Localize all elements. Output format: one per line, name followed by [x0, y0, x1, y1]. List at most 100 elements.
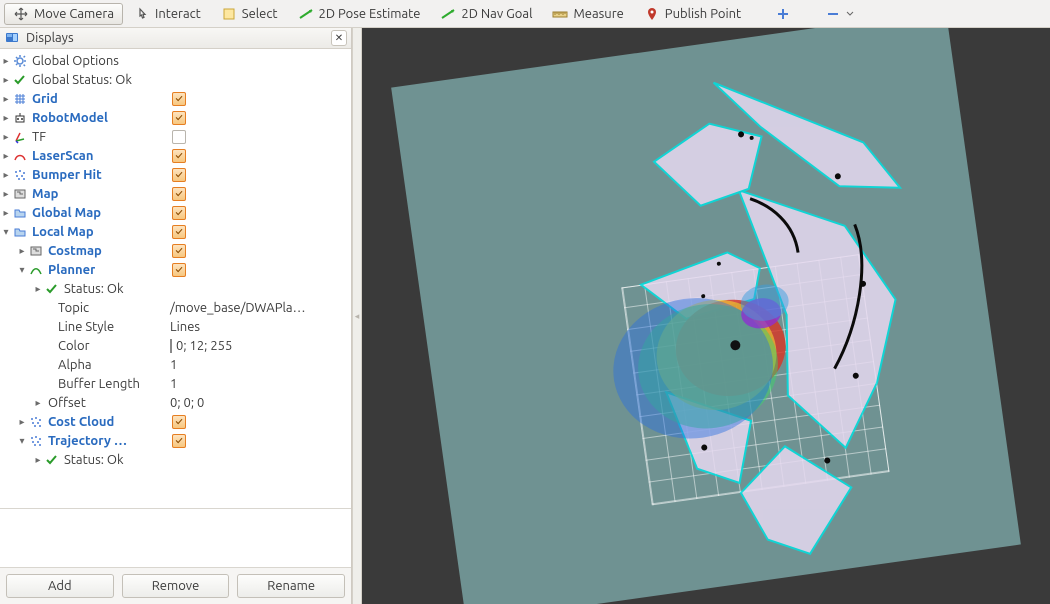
expander-icon[interactable]: ▸: [0, 93, 12, 105]
expander-icon[interactable]: ▸: [0, 112, 12, 124]
prop-buffer-length[interactable]: Buffer Length 1: [0, 374, 351, 393]
visibility-checkbox[interactable]: [172, 206, 186, 220]
select-icon: [221, 6, 237, 22]
check-icon: [44, 281, 60, 297]
tree-item-global-map[interactable]: ▸ Global Map: [0, 203, 101, 222]
tree-item-laserscan[interactable]: ▸ LaserScan: [0, 146, 93, 165]
visibility-checkbox[interactable]: [172, 168, 186, 182]
publish-point-button[interactable]: Publish Point: [635, 3, 750, 25]
prop-offset[interactable]: ▸ Offset 0; 0; 0: [0, 393, 351, 412]
tree-item-grid[interactable]: ▸ Grid: [0, 89, 58, 108]
pose-estimate-label: 2D Pose Estimate: [319, 7, 421, 21]
expander-icon[interactable]: ▸: [0, 188, 12, 200]
prop-value[interactable]: Lines: [168, 320, 351, 334]
tree-item-robotmodel[interactable]: ▸ RobotModel: [0, 108, 108, 127]
visibility-checkbox[interactable]: [172, 187, 186, 201]
panel-button-row: Add Remove Rename: [0, 568, 351, 604]
expander-icon[interactable]: ▾: [16, 264, 28, 276]
prop-value[interactable]: /move_base/DWAPla…: [168, 301, 351, 315]
tree-item-label: LaserScan: [28, 149, 93, 163]
prop-line-style[interactable]: Line Style Lines: [0, 317, 351, 336]
plus-icon: [775, 6, 791, 22]
prop-alpha[interactable]: Alpha 1: [0, 355, 351, 374]
prop-topic[interactable]: Topic /move_base/DWAPla…: [0, 298, 351, 317]
expander-icon[interactable]: ▸: [0, 207, 12, 219]
tree-item-trajectory[interactable]: ▾ Trajectory …: [0, 431, 127, 450]
minus-icon: [825, 6, 841, 22]
expander-icon[interactable]: ▸: [32, 397, 44, 409]
tree-item-label: Global Map: [28, 206, 101, 220]
measure-button[interactable]: Measure: [543, 3, 632, 25]
tree-item-bumper[interactable]: ▸ Bumper Hit: [0, 165, 102, 184]
tree-item-label: Trajectory …: [44, 434, 127, 448]
expander-icon[interactable]: ▸: [0, 74, 12, 86]
tree-item-planner[interactable]: ▾ Planner: [0, 260, 95, 279]
tree-item-global-status[interactable]: ▸ Global Status: Ok: [0, 70, 351, 89]
move-camera-button[interactable]: Move Camera: [4, 3, 123, 25]
interact-button[interactable]: Interact: [125, 3, 210, 25]
check-icon: [44, 452, 60, 468]
3d-viewport[interactable]: [362, 28, 1050, 604]
displays-tree[interactable]: ▸ Global Options ▸ Global Status: Ok ▸ G…: [0, 49, 351, 508]
interact-label: Interact: [155, 7, 201, 21]
tree-item-costmap[interactable]: ▸ Costmap: [0, 241, 102, 260]
visibility-checkbox[interactable]: [172, 225, 186, 239]
grid-icon: [12, 91, 28, 107]
tree-item-label: Bumper Hit: [28, 168, 102, 182]
panel-titlebar: Displays ✕: [0, 28, 351, 49]
chevron-down-icon: [846, 6, 854, 22]
tree-item-label: Planner: [44, 263, 95, 277]
visibility-checkbox[interactable]: [172, 244, 186, 258]
prop-name-label: Topic: [58, 301, 89, 315]
visibility-checkbox[interactable]: [172, 263, 186, 277]
prop-value[interactable]: 0; 0; 0: [168, 396, 351, 410]
visibility-checkbox[interactable]: [172, 92, 186, 106]
expander-icon[interactable]: ▸: [0, 55, 12, 67]
displays-panel: Displays ✕ ▸ Global Options ▸ Global Sta…: [0, 28, 352, 604]
tree-item-cost-cloud[interactable]: ▸ Cost Cloud: [0, 412, 114, 431]
expander-icon[interactable]: ▸: [16, 245, 28, 257]
select-button[interactable]: Select: [212, 3, 287, 25]
map-overlay: [391, 28, 1021, 604]
expander-icon[interactable]: ▸: [32, 283, 44, 295]
nav-goal-button[interactable]: 2D Nav Goal: [431, 3, 541, 25]
gear-icon: [12, 53, 28, 69]
remove-tool-button[interactable]: [816, 3, 863, 25]
expander-icon[interactable]: ▸: [16, 416, 28, 428]
prop-value[interactable]: 1: [168, 358, 351, 372]
prop-name-label: Offset: [44, 396, 86, 410]
tree-item-trajectory-status[interactable]: ▸ Status: Ok: [0, 450, 351, 469]
expander-icon[interactable]: ▾: [0, 226, 12, 238]
visibility-checkbox[interactable]: [172, 434, 186, 448]
pose-estimate-button[interactable]: 2D Pose Estimate: [289, 3, 430, 25]
remove-button[interactable]: Remove: [122, 574, 230, 598]
nav-goal-icon: [440, 6, 456, 22]
interact-icon: [134, 6, 150, 22]
prop-value[interactable]: 1: [168, 377, 351, 391]
panel-close-button[interactable]: ✕: [331, 30, 347, 46]
expander-icon[interactable]: ▸: [0, 169, 12, 181]
prop-color[interactable]: Color 0; 12; 255: [0, 336, 351, 355]
expander-icon[interactable]: ▸: [32, 454, 44, 466]
pointcloud-icon: [12, 167, 28, 183]
expander-icon[interactable]: ▸: [0, 131, 12, 143]
tree-item-tf[interactable]: ▸ TF: [0, 127, 46, 146]
measure-icon: [552, 6, 568, 22]
visibility-checkbox[interactable]: [172, 130, 186, 144]
tree-item-local-map[interactable]: ▾ Local Map: [0, 222, 94, 241]
tree-item-global-options[interactable]: ▸ Global Options: [0, 51, 351, 70]
visibility-checkbox[interactable]: [172, 149, 186, 163]
prop-value[interactable]: 0; 12; 255: [168, 339, 351, 353]
panel-splitter[interactable]: ◂: [352, 28, 362, 604]
add-button[interactable]: Add: [6, 574, 114, 598]
visibility-checkbox[interactable]: [172, 415, 186, 429]
tree-item-planner-status[interactable]: ▸ Status: Ok: [0, 279, 351, 298]
visibility-checkbox[interactable]: [172, 111, 186, 125]
panel-title-label: Displays: [26, 31, 74, 45]
add-tool-button[interactable]: [766, 3, 800, 25]
tree-item-label: RobotModel: [28, 111, 108, 125]
expander-icon[interactable]: ▸: [0, 150, 12, 162]
rename-button[interactable]: Rename: [237, 574, 345, 598]
expander-icon[interactable]: ▾: [16, 435, 28, 447]
tree-item-map[interactable]: ▸ Map: [0, 184, 58, 203]
